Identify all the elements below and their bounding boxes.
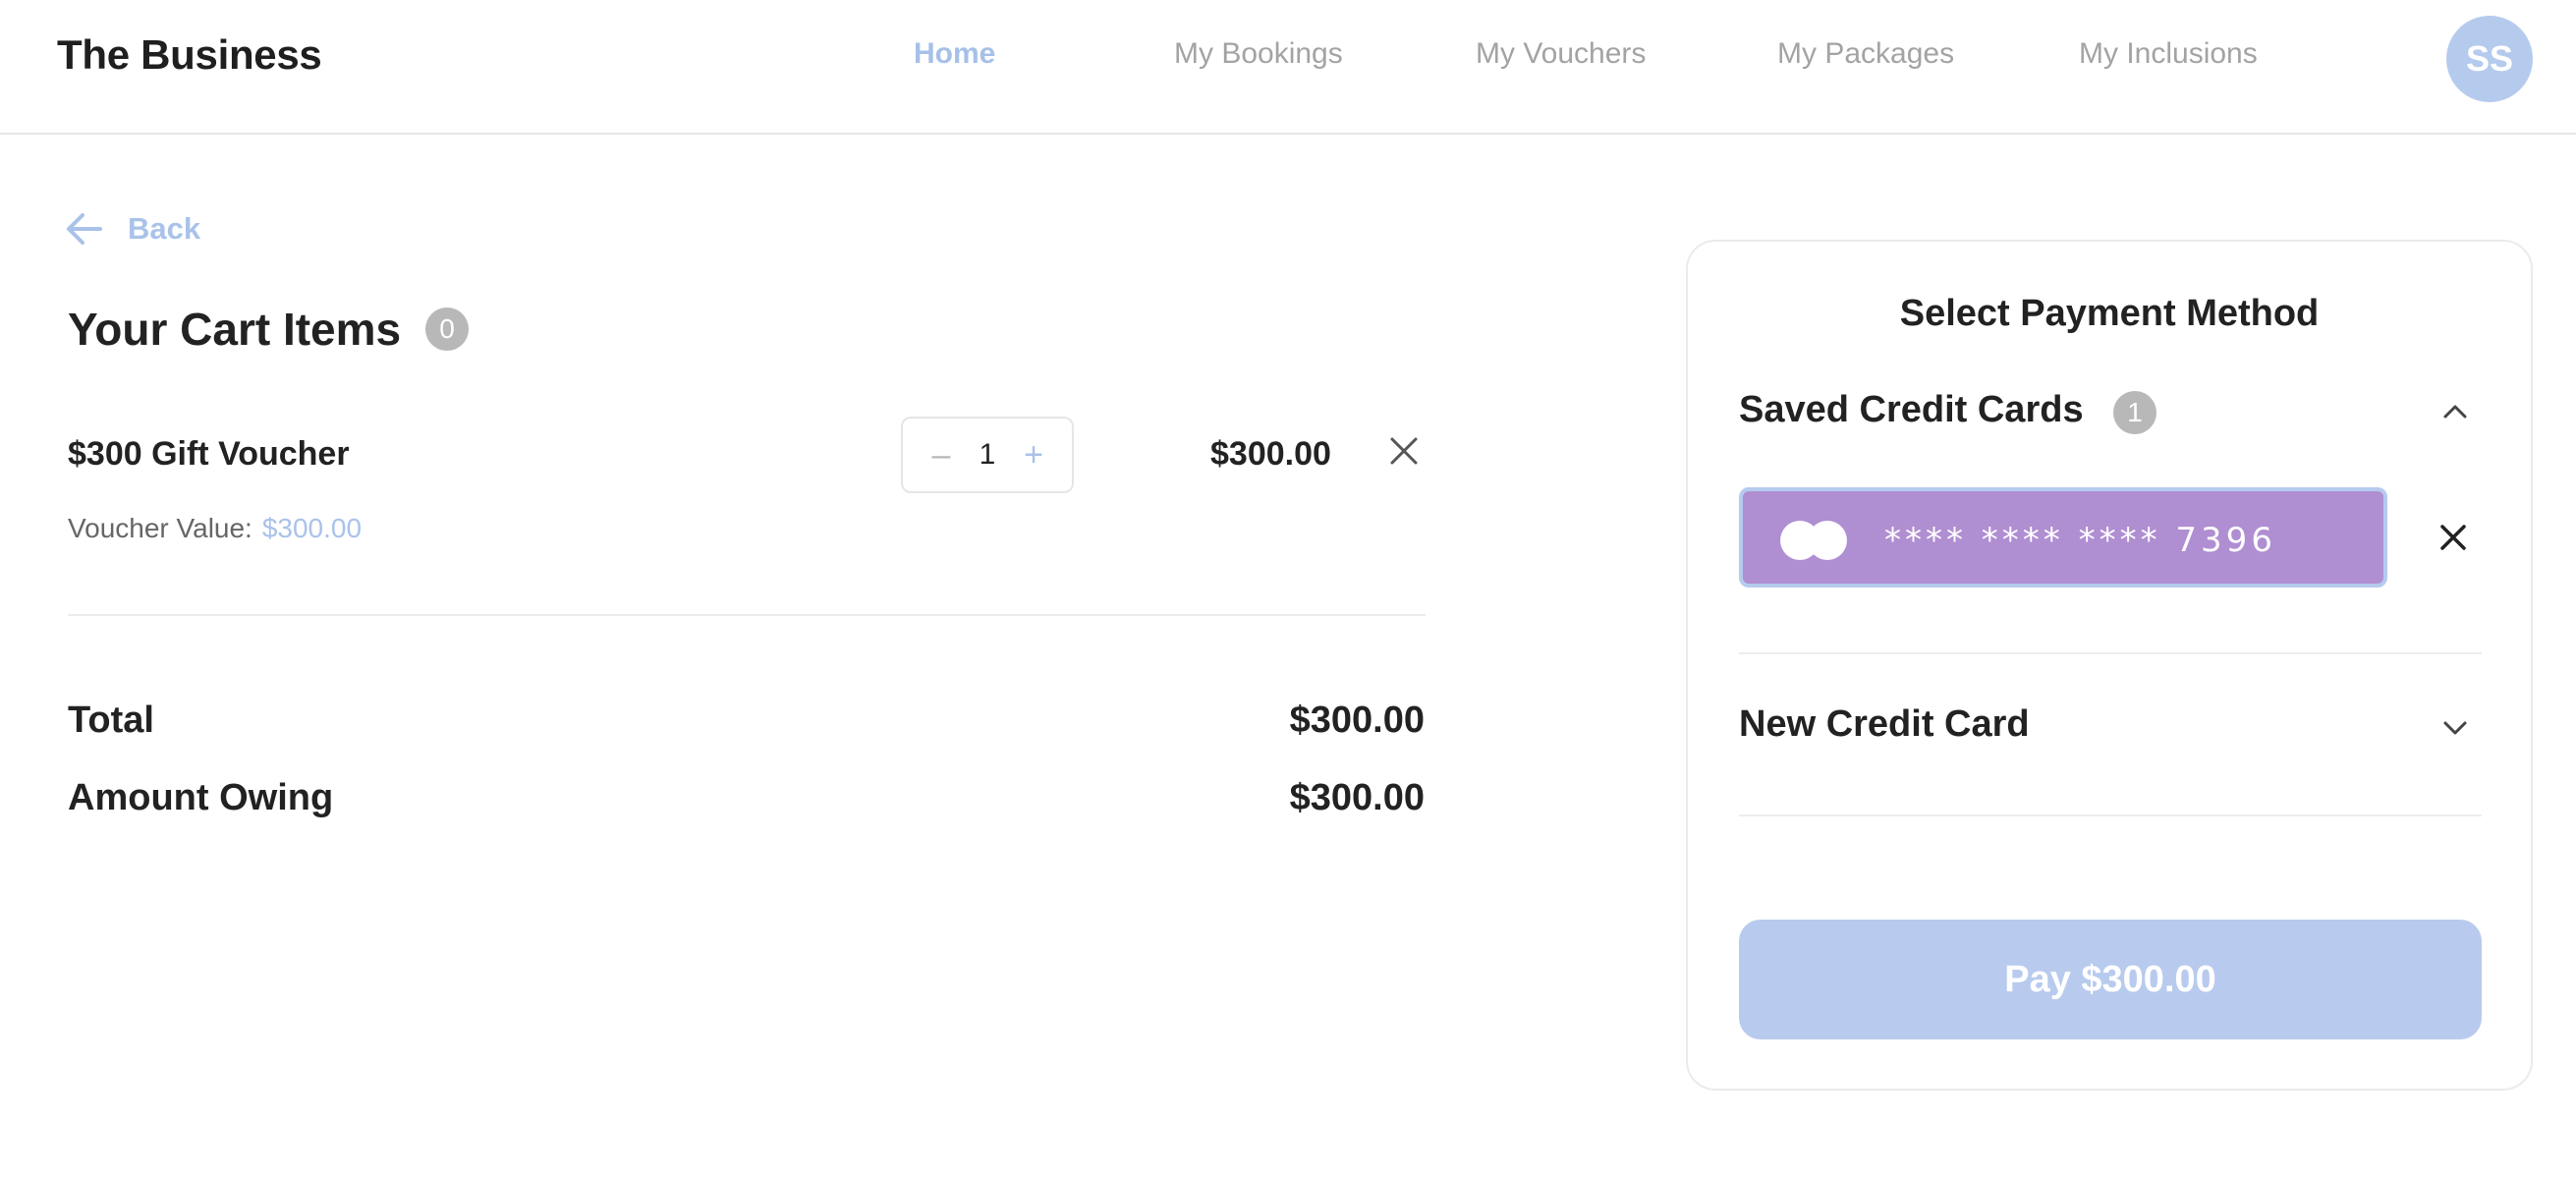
nav-my-packages[interactable]: My Packages [1777, 37, 1954, 71]
nav-my-vouchers[interactable]: My Vouchers [1476, 37, 1646, 71]
nav-my-inclusions[interactable]: My Inclusions [2079, 37, 2258, 71]
amount-owing-value: $300.00 [1289, 777, 1425, 818]
panel-divider [1739, 814, 2482, 816]
chevron-up-icon[interactable] [2438, 395, 2472, 428]
back-link[interactable]: Back [63, 208, 200, 250]
cart-title: Your Cart Items [68, 304, 402, 355]
remove-card-close-icon[interactable] [2436, 521, 2470, 554]
payment-panel: Select Payment Method Saved Credit Cards… [1686, 240, 2533, 1091]
quantity-value: 1 [979, 438, 996, 471]
quantity-stepper: – 1 + [901, 417, 1074, 493]
top-header: The Business Home My Bookings My Voucher… [0, 0, 2576, 135]
remove-item-close-icon[interactable] [1387, 434, 1421, 468]
arrow-left-icon [67, 213, 102, 245]
pay-button[interactable]: Pay $300.00 [1739, 920, 2482, 1039]
mastercard-icon [1780, 521, 1847, 560]
total-value: $300.00 [1289, 700, 1425, 741]
total-label: Total [68, 700, 154, 741]
voucher-value-label: Voucher Value: [68, 513, 252, 543]
decrement-button[interactable]: – [924, 438, 958, 472]
user-avatar[interactable]: SS [2446, 16, 2533, 102]
cart-item-price: $300.00 [1210, 435, 1331, 473]
cart-divider [68, 614, 1426, 616]
brand-logo-text[interactable]: The Business [57, 31, 322, 79]
voucher-value-line: Voucher Value: $300.00 [68, 513, 362, 544]
panel-divider [1739, 652, 2482, 654]
new-card-header[interactable]: New Credit Card [1739, 703, 2030, 746]
voucher-value-amount: $300.00 [261, 513, 363, 543]
payment-panel-title: Select Payment Method [1899, 293, 2320, 334]
increment-button[interactable]: + [1017, 438, 1050, 472]
back-label: Back [128, 211, 201, 246]
saved-cards-header[interactable]: Saved Credit Cards [1739, 389, 2084, 431]
cart-item-name: $300 Gift Voucher [68, 435, 350, 473]
nav-home[interactable]: Home [914, 37, 995, 71]
amount-owing-label: Amount Owing [68, 777, 334, 818]
cart-count-badge: 0 [425, 308, 469, 351]
saved-card-number: **** **** **** 7396 [1884, 521, 2276, 560]
chevron-down-icon[interactable] [2438, 711, 2472, 745]
nav-my-bookings[interactable]: My Bookings [1174, 37, 1343, 71]
saved-cards-count-badge: 1 [2113, 391, 2156, 434]
saved-card-option[interactable]: **** **** **** 7396 [1739, 487, 2387, 588]
